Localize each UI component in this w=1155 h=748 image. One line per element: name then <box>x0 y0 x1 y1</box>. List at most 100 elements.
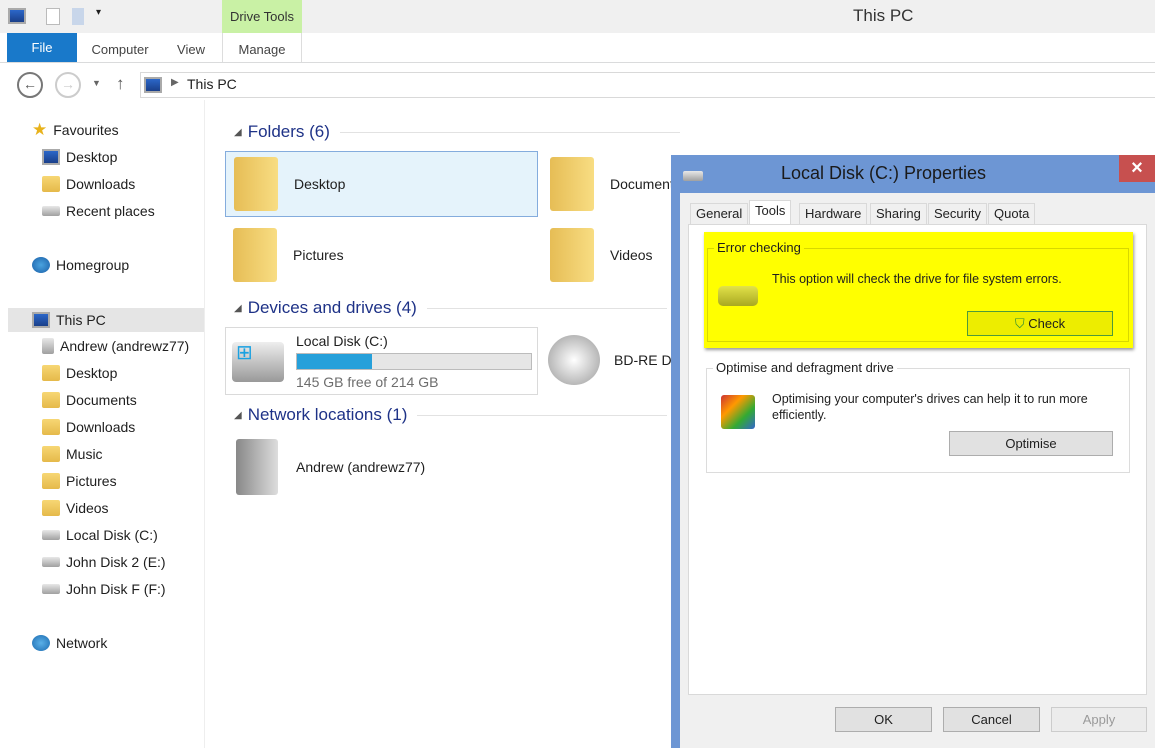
label: Favourites <box>53 122 119 138</box>
customize-dropdown-icon[interactable]: ▾ <box>96 7 101 18</box>
drive-icon <box>718 286 758 306</box>
sidebar-item-recent-places[interactable]: Recent places <box>42 200 155 222</box>
back-button[interactable]: ← <box>17 72 43 98</box>
sidebar-item-john-disk-f[interactable]: John Disk F (F:) <box>42 578 166 600</box>
label: Pictures <box>66 473 117 489</box>
tab-computer[interactable]: Computer <box>84 33 156 62</box>
tab-sharing[interactable]: Sharing <box>870 203 927 225</box>
drive-icon <box>42 530 60 540</box>
group-title: Optimise and defragment drive <box>713 360 897 375</box>
downloads-icon <box>42 176 60 192</box>
collapse-icon: ◢ <box>234 302 242 314</box>
homegroup-icon <box>32 257 50 273</box>
error-checking-highlight: Error checking This option will check th… <box>704 232 1133 348</box>
cancel-button[interactable]: Cancel <box>943 707 1040 732</box>
tab-security[interactable]: Security <box>928 203 987 225</box>
tab-tools[interactable]: Tools <box>749 200 792 225</box>
drive-tools-context-label: Drive Tools <box>222 0 302 33</box>
defrag-icon <box>721 395 755 429</box>
folder-icon <box>550 157 594 211</box>
folder-icon <box>42 419 60 435</box>
address-bar[interactable]: ▶ This PC <box>140 72 1155 98</box>
sidebar-item-favourites[interactable]: ★ Favourites <box>32 119 119 141</box>
folder-videos[interactable]: Videos <box>550 222 653 288</box>
sidebar-item-documents[interactable]: Documents <box>42 389 137 411</box>
tab-hardware[interactable]: Hardware <box>799 203 868 225</box>
label: Recent places <box>66 203 155 219</box>
sidebar-item-desktop[interactable]: Desktop <box>42 362 117 384</box>
collapse-icon: ◢ <box>234 409 242 421</box>
drive-free-space: 145 GB free of 214 GB <box>296 374 439 390</box>
tab-general[interactable]: General <box>690 203 749 225</box>
sidebar-item-videos[interactable]: Videos <box>42 497 109 519</box>
sidebar-item-network[interactable]: Network <box>32 632 107 654</box>
apply-button[interactable]: Apply <box>1051 707 1147 732</box>
folder-desktop[interactable]: Desktop <box>225 151 538 217</box>
network-drive-icon <box>42 338 54 354</box>
dialog-title: Local Disk (C:) Properties <box>780 163 987 183</box>
error-checking-text: This option will check the drive for fil… <box>772 272 1062 286</box>
label: Desktop <box>66 365 118 381</box>
drive-local-disk-c[interactable]: ⊞ Local Disk (C:) 145 GB free of 214 GB <box>225 327 538 395</box>
check-button[interactable]: ⛉ Check <box>967 311 1113 336</box>
desktop-icon <box>42 149 60 165</box>
star-icon: ★ <box>32 120 48 139</box>
folder-icon <box>42 446 60 462</box>
network-group-header[interactable]: ◢ Network locations (1) <box>234 405 668 425</box>
label: This PC <box>56 312 106 328</box>
sidebar-item-downloads[interactable]: Downloads <box>42 416 135 438</box>
close-button[interactable]: × <box>1119 155 1155 182</box>
label: Videos <box>66 500 109 516</box>
sidebar-item-homegroup[interactable]: Homegroup <box>32 254 129 276</box>
sidebar-item-pictures[interactable]: Pictures <box>42 470 117 492</box>
network-icon <box>32 635 50 651</box>
drive-bd-re[interactable]: BD-RE D <box>548 330 672 390</box>
properties-icon[interactable] <box>46 8 60 25</box>
sidebar-item-this-pc[interactable]: This PC <box>8 308 204 332</box>
drive-usage-bar <box>296 353 532 370</box>
sidebar-item-andrew[interactable]: Andrew (andrewz77) <box>42 335 189 357</box>
folder-icon <box>42 365 60 381</box>
sidebar-item-music[interactable]: Music <box>42 443 103 465</box>
tab-file[interactable]: File <box>7 33 77 62</box>
recent-locations-dropdown[interactable]: ▼ <box>92 78 101 88</box>
label: Andrew (andrewz77) <box>60 338 190 354</box>
optimise-group: Optimise and defragment drive Optimising… <box>706 360 1130 473</box>
folder-documents[interactable]: Documents <box>550 151 681 217</box>
network-location-andrew[interactable]: Andrew (andrewz77) <box>236 437 425 497</box>
sidebar-item-downloads[interactable]: Downloads <box>42 173 135 195</box>
drive-icon <box>42 584 60 594</box>
folders-group-header[interactable]: ◢ Folders (6) <box>234 122 680 142</box>
sidebar-item-john-disk-e[interactable]: John Disk 2 (E:) <box>42 551 166 573</box>
computer-icon <box>8 8 26 24</box>
label: BD-RE D <box>614 352 672 368</box>
up-button[interactable]: ↑ <box>116 74 125 94</box>
computer-icon <box>144 77 162 93</box>
sidebar-item-desktop[interactable]: Desktop <box>42 146 117 168</box>
breadcrumb-chevron-icon[interactable]: ▶ <box>171 77 179 88</box>
tab-view[interactable]: View <box>168 33 214 62</box>
folder-icon <box>233 228 277 282</box>
tab-manage[interactable]: Manage <box>222 33 302 62</box>
optimise-button[interactable]: Optimise <box>949 431 1113 456</box>
label: Documents <box>66 392 137 408</box>
tab-quota[interactable]: Quota <box>988 203 1036 225</box>
sidebar-item-local-disk-c[interactable]: Local Disk (C:) <box>42 524 158 546</box>
new-folder-icon[interactable] <box>72 8 84 25</box>
title-bar: ▾ This PC <box>0 0 1155 33</box>
folder-pictures[interactable]: Pictures <box>233 222 344 288</box>
devices-group-header[interactable]: ◢ Devices and drives (4) <box>234 298 667 318</box>
breadcrumb-this-pc[interactable]: This PC <box>187 76 237 92</box>
label: Music <box>66 446 103 462</box>
label: Downloads <box>66 176 136 192</box>
label: Network <box>56 635 108 651</box>
recent-places-icon <box>42 206 60 216</box>
ok-button[interactable]: OK <box>835 707 932 732</box>
folder-icon <box>234 157 278 211</box>
label: Desktop <box>66 149 118 165</box>
media-server-icon <box>236 439 278 495</box>
forward-button[interactable]: → <box>55 72 81 98</box>
label: Local Disk (C:) <box>66 527 158 543</box>
sidebar-divider <box>204 100 205 748</box>
window-title: This PC <box>853 6 914 25</box>
